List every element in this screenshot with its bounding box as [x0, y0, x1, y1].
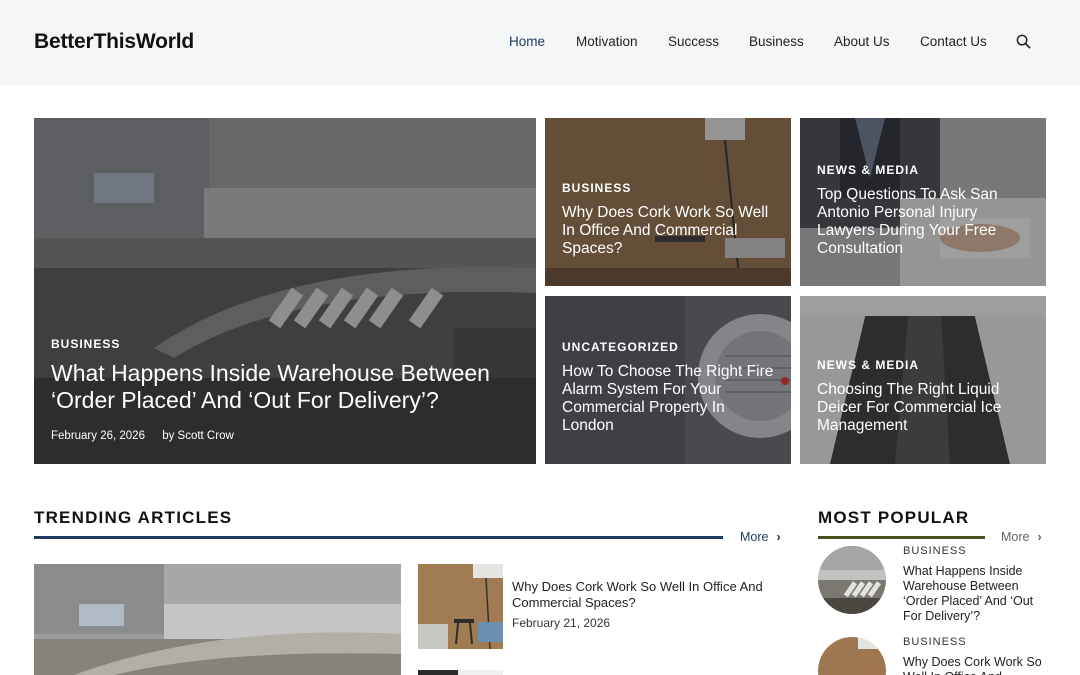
search-icon[interactable] — [1016, 34, 1031, 49]
hero-card-category[interactable]: UNCATEGORIZED — [562, 340, 679, 354]
site-logo[interactable]: BetterThisWorld — [34, 30, 194, 54]
article-thumbnail-image — [418, 670, 503, 675]
image-overlay — [800, 296, 1046, 464]
nav-motivation[interactable]: Motivation — [576, 34, 638, 49]
trending-thumb[interactable] — [418, 666, 503, 675]
popular-item-title[interactable]: Why Does Cork Work So Well In Office And — [903, 655, 1048, 675]
hero-main-card[interactable]: BUSINESS What Happens Inside Warehouse B… — [34, 118, 536, 464]
hero-main-meta: February 26, 2026 by Scott Crow — [51, 430, 234, 442]
trending-heading: TRENDING ARTICLES — [34, 508, 233, 527]
popular-item-category[interactable]: BUSINESS — [903, 545, 967, 557]
popular-item-title[interactable]: What Happens Inside Warehouse Between ‘O… — [903, 564, 1048, 624]
hero-card-category[interactable]: NEWS & MEDIA — [817, 163, 919, 177]
hero-card-title[interactable]: Top Questions To Ask San Antonio Persona… — [817, 186, 1032, 258]
cork-office-image — [818, 637, 886, 675]
trending-thumb[interactable] — [418, 564, 503, 649]
popular-heading: MOST POPULAR — [818, 508, 970, 527]
hero-main-date: February 26, 2026 — [51, 430, 145, 442]
hero-card-title[interactable]: Why Does Cork Work So Well In Office And… — [562, 204, 777, 258]
hero-main-category[interactable]: BUSINESS — [51, 337, 120, 351]
chevron-right-icon: › — [776, 530, 781, 544]
hero-card-deicer[interactable]: NEWS & MEDIA Choosing The Right Liquid D… — [800, 296, 1046, 464]
nav-contact-us[interactable]: Contact Us — [920, 34, 987, 49]
trending-feature-image[interactable] — [34, 564, 401, 675]
hero-card-title[interactable]: Choosing The Right Liquid Deicer For Com… — [817, 381, 1032, 435]
nav-about-us[interactable]: About Us — [834, 34, 890, 49]
hero-card-title[interactable]: How To Choose The Right Fire Alarm Syste… — [562, 363, 777, 435]
popular-thumb[interactable] — [818, 546, 886, 614]
trending-divider — [34, 536, 723, 539]
image-overlay — [545, 118, 791, 286]
popular-thumb[interactable] — [818, 637, 886, 675]
chevron-right-icon: › — [1037, 530, 1042, 544]
hero-card-fire-alarm[interactable]: UNCATEGORIZED How To Choose The Right Fi… — [545, 296, 791, 464]
hero-card-category[interactable]: NEWS & MEDIA — [817, 358, 919, 372]
nav-success[interactable]: Success — [668, 34, 719, 49]
site-header: BetterThisWorld Home Motivation Success … — [0, 0, 1080, 85]
trending-more-label: More — [740, 530, 769, 544]
popular-more-link[interactable]: More › — [1001, 530, 1042, 544]
trending-item-date: February 21, 2026 — [512, 616, 611, 630]
hero-main-title[interactable]: What Happens Inside Warehouse Between ‘O… — [51, 360, 511, 414]
popular-item-category[interactable]: BUSINESS — [903, 636, 967, 648]
nav-business[interactable]: Business — [749, 34, 804, 49]
warehouse-aerial-image — [818, 546, 886, 614]
cork-office-image — [418, 564, 503, 649]
popular-divider — [818, 536, 985, 539]
popular-more-label: More — [1001, 530, 1030, 544]
warehouse-aerial-image — [34, 564, 401, 675]
nav-home[interactable]: Home — [509, 34, 545, 49]
trending-item-title[interactable]: Why Does Cork Work So Well In Office And… — [512, 579, 772, 610]
trending-more-link[interactable]: More › — [740, 530, 781, 544]
hero-card-lawyers[interactable]: NEWS & MEDIA Top Questions To Ask San An… — [800, 118, 1046, 286]
hero-card-cork[interactable]: BUSINESS Why Does Cork Work So Well In O… — [545, 118, 791, 286]
hero-main-author[interactable]: by Scott Crow — [162, 430, 234, 442]
hero-card-category[interactable]: BUSINESS — [562, 181, 631, 195]
